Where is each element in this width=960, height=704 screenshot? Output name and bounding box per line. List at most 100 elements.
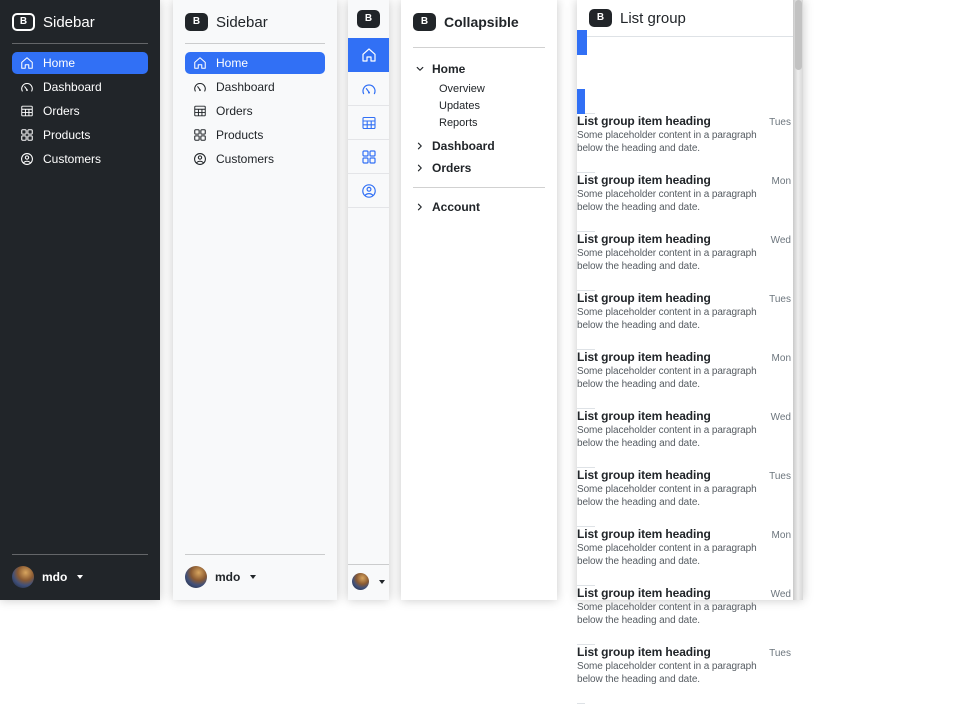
speedometer-icon xyxy=(361,81,377,97)
grid-icon xyxy=(193,128,207,142)
scrollbar-thumb[interactable] xyxy=(795,0,802,70)
list-item-heading: List group item heading xyxy=(577,586,711,600)
avatar xyxy=(12,566,34,588)
nav-item-orders[interactable] xyxy=(348,106,389,140)
list-item-date: Tues xyxy=(769,471,791,482)
user-menu[interactable]: mdo xyxy=(185,566,325,588)
nav-item-orders[interactable]: Orders xyxy=(12,100,148,122)
collapse-toggle-home[interactable]: Home xyxy=(413,58,545,80)
list-item[interactable]: List group item headingTues Some placeho… xyxy=(577,443,793,527)
list-item-date: Tues xyxy=(769,294,791,305)
nav-label: Customers xyxy=(43,153,101,166)
nav-item-home[interactable]: Home xyxy=(12,52,148,74)
list-item[interactable]: List group item heading Tues Some placeho… xyxy=(577,89,793,173)
list-item[interactable]: List group item headingMon Some placehol… xyxy=(577,325,793,409)
list-item-body: Some placeholder content in a paragraph … xyxy=(577,484,777,509)
sidebar-footer xyxy=(348,564,389,600)
person-circle-icon xyxy=(361,183,377,199)
avatar xyxy=(185,566,207,588)
grid-icon xyxy=(20,128,34,142)
table-icon xyxy=(361,115,377,131)
list-item-heading: List group item heading xyxy=(577,291,711,305)
divider xyxy=(185,43,325,44)
brand-link[interactable]: B List group xyxy=(577,0,803,37)
list-item-heading: List group item heading xyxy=(577,527,711,541)
brand-link[interactable]: B xyxy=(348,0,389,38)
nav-item-home[interactable] xyxy=(348,38,389,72)
list-item-date: Wed xyxy=(771,589,791,600)
user-menu[interactable]: mdo xyxy=(12,566,148,588)
nav-label: Dashboard xyxy=(216,81,275,94)
grid-icon xyxy=(361,149,377,165)
bootstrap-logo-icon: B xyxy=(589,9,612,27)
list-item[interactable]: List group item headingMon Some placehol… xyxy=(577,148,793,232)
scrollbar[interactable] xyxy=(793,0,803,600)
divider xyxy=(12,43,148,44)
icon-sidebar: B xyxy=(348,0,389,600)
user-name: mdo xyxy=(215,570,240,584)
nav-item-orders[interactable]: Orders xyxy=(185,100,325,122)
list-item-body: Some placeholder content in a paragraph … xyxy=(577,130,777,155)
collapse-toggle-orders[interactable]: Orders xyxy=(413,157,545,179)
list-item[interactable]: List group item headingWed Some placehol… xyxy=(577,561,793,645)
divider xyxy=(413,47,545,48)
list-group: List group item heading Wed Some placehol… xyxy=(577,37,793,704)
nav-item-products[interactable]: Products xyxy=(185,124,325,146)
list-item-date: Tues xyxy=(769,117,791,128)
nav-item-customers[interactable]: Customers xyxy=(12,148,148,170)
list-item[interactable]: List group item headingWed Some placehol… xyxy=(577,207,793,291)
list-item-heading: List group item heading xyxy=(577,409,711,423)
nav-item-customers[interactable]: Customers xyxy=(185,148,325,170)
user-menu[interactable] xyxy=(348,573,389,600)
list-item-date: Mon xyxy=(772,353,791,364)
collapse-toggle-dashboard[interactable]: Dashboard xyxy=(413,135,545,157)
brand-link[interactable]: B Sidebar xyxy=(12,10,148,39)
nav-item-home[interactable]: Home xyxy=(185,52,325,74)
collapsible-sidebar: B Collapsible Home Overview Updates Repo… xyxy=(401,0,557,600)
list-item-body: Some placeholder content in a paragraph … xyxy=(577,248,777,273)
brand-link[interactable]: B Sidebar xyxy=(185,10,325,39)
sidebar-footer: mdo xyxy=(173,554,337,600)
nav-item-products[interactable] xyxy=(348,140,389,174)
list-item[interactable]: List group item headingWed Some placehol… xyxy=(577,384,793,468)
subnav-item-overview[interactable]: Overview xyxy=(439,80,545,97)
brand-title: Sidebar xyxy=(43,14,95,31)
list-item[interactable]: List group item headingMon Some placehol… xyxy=(577,502,793,586)
list-item[interactable]: List group item headingTues Some placeho… xyxy=(577,620,793,704)
nav-item-dashboard[interactable]: Dashboard xyxy=(185,76,325,98)
brand-title: Collapsible xyxy=(444,14,519,30)
house-icon xyxy=(193,56,207,70)
list-item[interactable]: List group item headingWed Some placehol… xyxy=(577,30,793,114)
nav-item-dashboard[interactable] xyxy=(348,72,389,106)
speedometer-icon xyxy=(193,80,207,94)
list-item-heading: List group item heading xyxy=(577,114,711,128)
list-item-heading: List group item heading xyxy=(577,645,711,659)
nav-label: Products xyxy=(216,129,263,142)
list-item-date: Wed xyxy=(771,412,791,423)
brand-title: List group xyxy=(620,10,686,27)
chevron-right-icon xyxy=(415,202,425,212)
subnav-item-reports[interactable]: Reports xyxy=(439,114,545,131)
chevron-down-icon xyxy=(415,64,425,74)
nav-item-customers[interactable] xyxy=(348,174,389,208)
list-item-heading: List group item heading xyxy=(577,173,711,187)
section-label: Home xyxy=(432,62,465,76)
person-circle-icon xyxy=(193,152,207,166)
list-item[interactable]: List group item headingTues Some placeho… xyxy=(577,266,793,350)
nav-label: Customers xyxy=(216,153,274,166)
bootstrap-logo-icon: B xyxy=(357,10,380,28)
brand-link[interactable]: B Collapsible xyxy=(413,10,545,39)
collapse-toggle-account[interactable]: Account xyxy=(413,196,545,218)
sidebar-footer: mdo xyxy=(0,554,160,600)
chevron-right-icon xyxy=(415,163,425,173)
table-icon xyxy=(20,104,34,118)
nav-item-products[interactable]: Products xyxy=(12,124,148,146)
user-name: mdo xyxy=(42,570,67,584)
nav-item-dashboard[interactable]: Dashboard xyxy=(12,76,148,98)
divider xyxy=(185,554,325,555)
chevron-right-icon xyxy=(415,141,425,151)
subnav-item-updates[interactable]: Updates xyxy=(439,97,545,114)
divider xyxy=(348,564,389,565)
section-label: Dashboard xyxy=(432,139,495,153)
brand-title: Sidebar xyxy=(216,14,268,31)
